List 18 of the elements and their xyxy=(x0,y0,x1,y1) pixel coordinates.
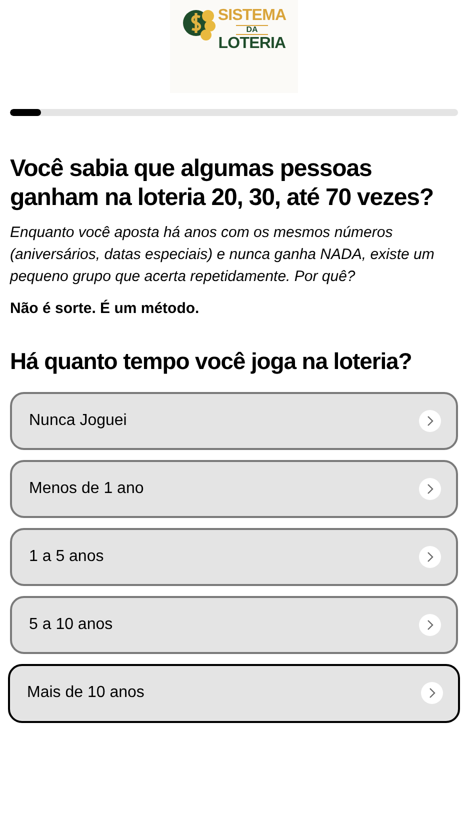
logo-text: LOTERIA xyxy=(218,36,286,52)
logo-text: DA xyxy=(236,25,268,35)
chevron-right-icon xyxy=(419,614,441,636)
coin-logo-icon xyxy=(182,8,216,42)
answer-option[interactable]: Mais de 10 anos xyxy=(8,664,460,722)
answer-option[interactable]: 5 a 10 anos xyxy=(10,596,458,654)
question: Há quanto tempo você joga na loteria? xyxy=(10,346,413,374)
chevron-right-icon xyxy=(419,478,441,500)
answer-option[interactable]: Nunca Joguei xyxy=(10,392,458,450)
chevron-right-icon xyxy=(419,546,441,568)
headline: Você sabia que algumas pessoas ganham na loteria 20, 30, até 70 vezes? xyxy=(10,154,434,212)
chevron-right-icon xyxy=(419,410,441,432)
answer-option[interactable]: 1 a 5 anos xyxy=(10,528,458,586)
logo-text: SISTEMA xyxy=(218,8,286,24)
chevron-right-icon xyxy=(421,682,443,704)
answer-option[interactable]: Menos de 1 ano xyxy=(10,460,458,518)
tagline: Não é sorte. É um método. xyxy=(10,298,200,319)
intro-paragraph: Enquanto você aposta há anos com os mesmos números (aniversários, datas especiais) e nunca ganha NADA, existe um pequeno grupo que acerta repetidamente. Por quê? xyxy=(10,223,436,287)
